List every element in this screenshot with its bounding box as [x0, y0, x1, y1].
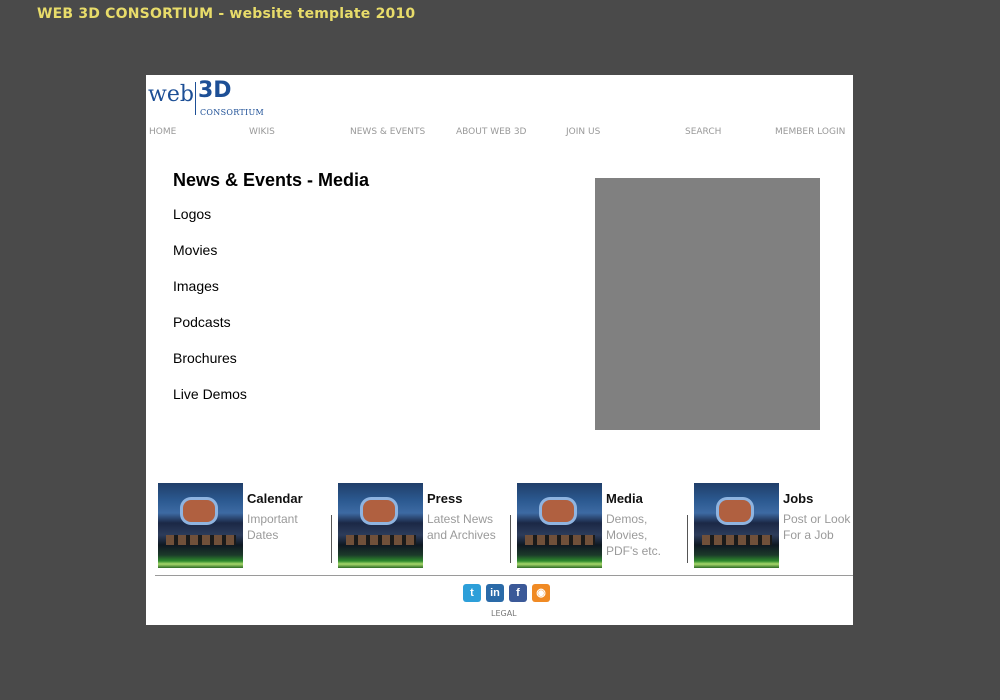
feature-media[interactable]: Media Demos, Movies, PDF's etc.	[517, 483, 682, 569]
main-nav: HOME WIKIS NEWS & EVENTS ABOUT WEB 3D JO…	[146, 127, 853, 141]
nav-join-us[interactable]: JOIN US	[566, 127, 600, 137]
media-link-live-demos[interactable]: Live Demos	[173, 386, 247, 422]
feature-title[interactable]: Calendar	[247, 491, 303, 506]
feature-divider	[687, 515, 688, 563]
page-title: News & Events - Media	[173, 170, 370, 190]
rss-icon[interactable]: ◉	[532, 584, 550, 602]
nav-member-login[interactable]: MEMBER LOGIN	[775, 127, 845, 137]
main-content: News & Events - Media Logos Movies Image…	[173, 170, 553, 402]
twitter-icon[interactable]: t	[463, 584, 481, 602]
feature-calendar[interactable]: Calendar Important Dates	[158, 483, 318, 569]
media-link-movies[interactable]: Movies	[173, 242, 247, 278]
logo-web-text: web	[148, 82, 194, 107]
frame-notch	[144, 144, 146, 462]
nav-wikis[interactable]: WIKIS	[249, 127, 275, 137]
facebook-icon[interactable]: f	[509, 584, 527, 602]
media-placeholder-box	[595, 178, 820, 430]
media-link-logos[interactable]: Logos	[173, 206, 247, 242]
feature-thumbnail	[517, 483, 602, 568]
feature-thumbnail	[694, 483, 779, 568]
media-links-list: Logos Movies Images Podcasts Brochures L…	[173, 206, 247, 422]
logo-3d-text: 3D	[198, 78, 232, 103]
media-link-images[interactable]: Images	[173, 278, 247, 314]
feature-jobs[interactable]: Jobs Post or Look For a Job	[694, 483, 853, 569]
nav-home[interactable]: HOME	[149, 127, 176, 137]
feature-divider	[510, 515, 511, 563]
feature-description: Important Dates	[247, 512, 298, 542]
site-logo[interactable]: web 3D CONSORTIUM	[148, 78, 278, 118]
linkedin-icon[interactable]: in	[486, 584, 504, 602]
nav-search[interactable]: SEARCH	[685, 127, 721, 137]
media-link-brochures[interactable]: Brochures	[173, 350, 247, 386]
nav-about-web3d[interactable]: ABOUT WEB 3D	[456, 127, 526, 137]
logo-consortium-text: CONSORTIUM	[200, 108, 265, 117]
legal-link[interactable]: LEGAL	[491, 609, 517, 618]
feature-divider	[331, 515, 332, 563]
logo-divider	[195, 82, 196, 115]
page-header: WEB 3D CONSORTIUM - website template 201…	[37, 6, 416, 22]
feature-title[interactable]: Media	[606, 491, 643, 506]
feature-description: Post or Look For a Job	[783, 512, 851, 542]
nav-news-events[interactable]: NEWS & EVENTS	[350, 127, 425, 137]
media-link-podcasts[interactable]: Podcasts	[173, 314, 247, 350]
feature-title[interactable]: Jobs	[783, 491, 813, 506]
feature-description: Latest News and Archives	[427, 512, 496, 542]
feature-thumbnail	[338, 483, 423, 568]
feature-title[interactable]: Press	[427, 491, 462, 506]
website-frame: web 3D CONSORTIUM HOME WIKIS NEWS & EVEN…	[146, 75, 853, 625]
feature-press[interactable]: Press Latest News and Archives	[338, 483, 503, 569]
feature-description: Demos, Movies, PDF's etc.	[606, 512, 661, 558]
footer-divider	[155, 575, 853, 576]
feature-thumbnail	[158, 483, 243, 568]
